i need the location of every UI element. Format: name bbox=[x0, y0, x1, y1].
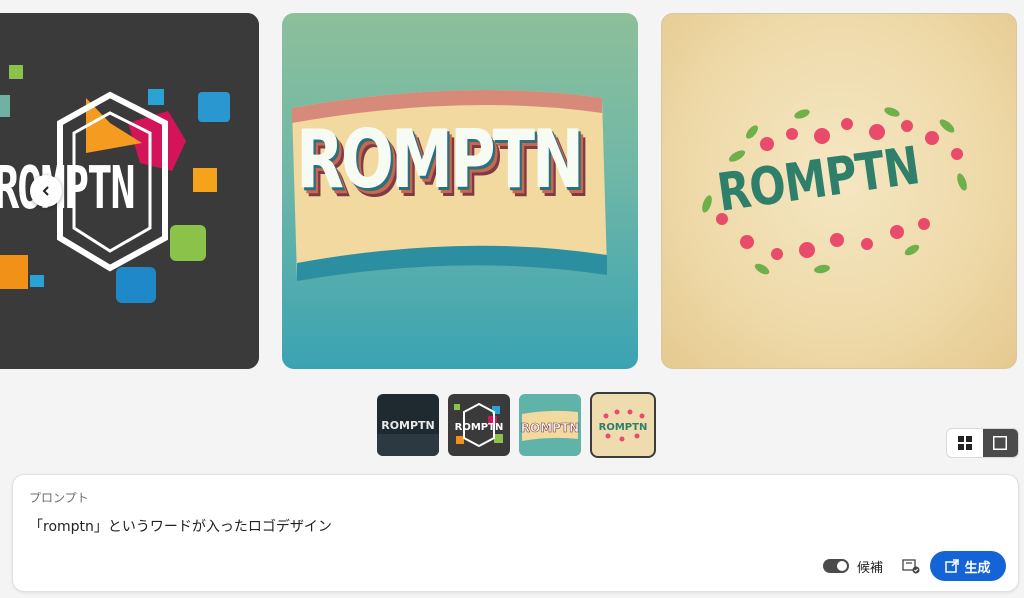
thumbnail-4-logo-text: ROMPTN bbox=[599, 422, 648, 433]
prompt-label: プロンプト bbox=[29, 491, 89, 505]
prompt-panel: プロンプト 「romptn」というワードが入ったロゴデザイン 候補 生成 bbox=[12, 474, 1019, 592]
thumbnail-3-artwork: ROMPTN bbox=[519, 394, 581, 456]
generated-image-retro[interactable]: ROMPTN bbox=[282, 13, 638, 369]
grid-icon bbox=[957, 436, 972, 450]
generated-image-floral[interactable]: ROMPTN bbox=[661, 13, 1017, 369]
thumbnail-1[interactable]: ROMPTN bbox=[377, 394, 439, 456]
thumbnail-2[interactable]: ROMPTN bbox=[448, 394, 510, 456]
view-mode-toggle bbox=[946, 428, 1019, 458]
grid-view-button[interactable] bbox=[947, 429, 983, 457]
thumbnail-3[interactable]: ROMPTN bbox=[519, 394, 581, 456]
logo-text-geometric: ROMPTN bbox=[0, 153, 136, 222]
thumbnail-1-artwork: ROMPTN bbox=[377, 394, 439, 456]
thumbnail-2-logo-text: ROMPTN bbox=[455, 422, 504, 433]
thumbnail-2-artwork: ROMPTN bbox=[448, 394, 510, 456]
thumbnail-3-logo-text: ROMPTN bbox=[521, 421, 579, 435]
generate-button[interactable]: 生成 bbox=[930, 551, 1006, 581]
thumbnail-4-artwork: ROMPTN bbox=[592, 394, 654, 456]
thumbnail-1-logo-text: ROMPTN bbox=[381, 419, 435, 432]
toggle-knob bbox=[837, 561, 847, 571]
previous-image-button[interactable] bbox=[30, 175, 62, 207]
thumbnail-4-selected[interactable]: ROMPTN bbox=[590, 392, 656, 458]
single-view-icon bbox=[993, 436, 1008, 450]
prompt-input[interactable]: 「romptn」というワードが入ったロゴデザイン bbox=[29, 516, 332, 536]
suggestions-toggle[interactable] bbox=[823, 559, 849, 573]
generate-button-label: 生成 bbox=[964, 560, 991, 576]
suggestions-label: 候補 bbox=[857, 561, 884, 576]
image-generation-screen: ROMPTN ROMPTN ROMPTN ROMPTN ROMPTN ROMPT… bbox=[0, 0, 1024, 598]
logo-text-retro: ROMPTN bbox=[296, 113, 584, 206]
single-view-button[interactable] bbox=[982, 429, 1018, 457]
generate-icon bbox=[945, 559, 960, 573]
style-settings-icon[interactable] bbox=[902, 558, 920, 574]
chevron-left-icon bbox=[42, 186, 49, 196]
